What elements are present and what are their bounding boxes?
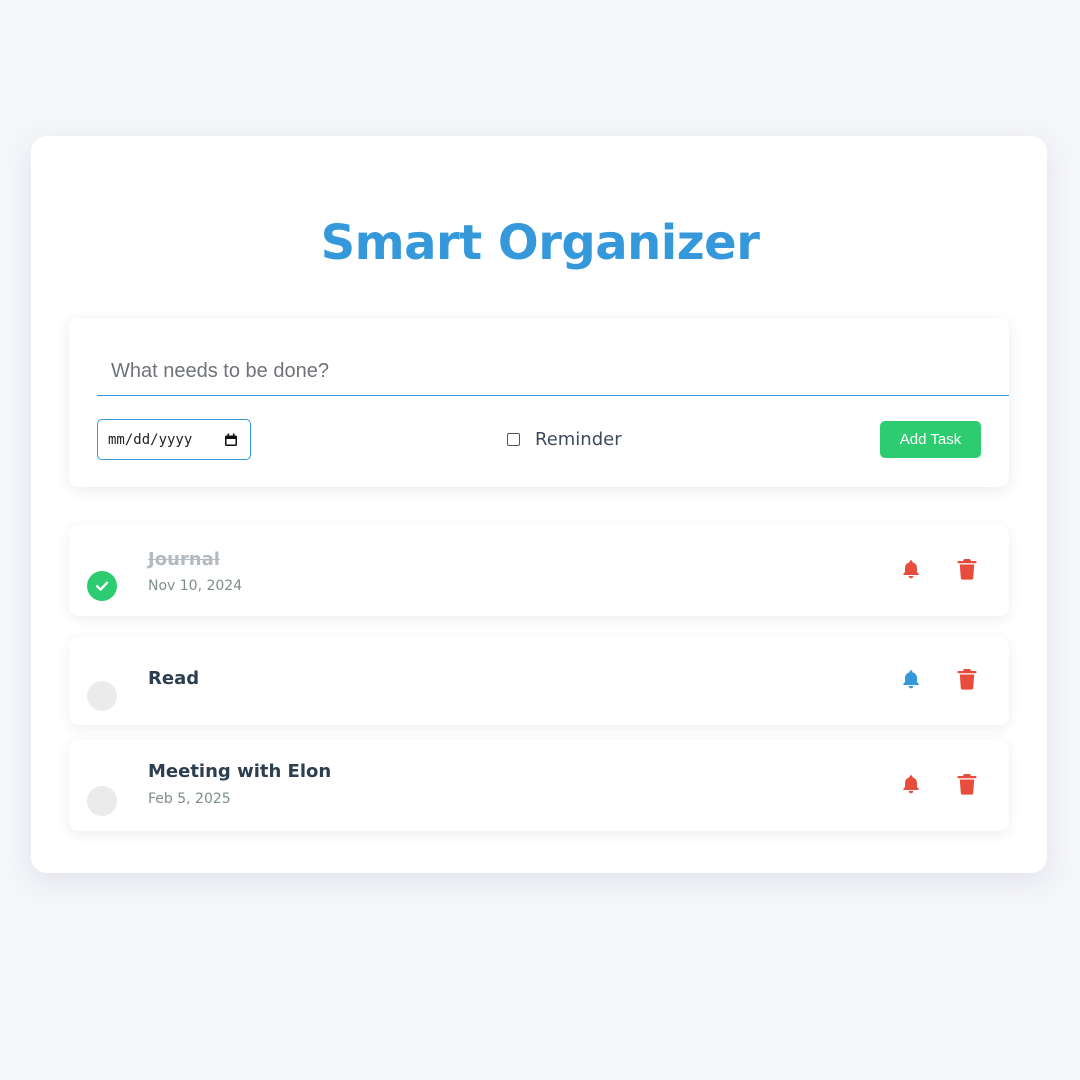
task-item: Meeting with Elon Feb 5, 2025	[69, 740, 1009, 831]
trash-icon	[957, 559, 977, 580]
bell-icon	[903, 670, 919, 689]
task-item: Journal Nov 10, 2024	[69, 525, 1009, 616]
add-task-form: mm/dd/yyyy Reminder Add Task	[69, 318, 1009, 487]
trash-icon	[957, 669, 977, 690]
task-name: Meeting with Elon	[148, 761, 332, 782]
reminder-toggle[interactable]: Reminder	[507, 426, 622, 452]
complete-toggle[interactable]	[87, 571, 117, 601]
date-input[interactable]: mm/dd/yyyy	[97, 419, 251, 460]
check-icon	[95, 581, 109, 591]
task-item: Read	[69, 637, 1009, 725]
trash-icon	[957, 774, 977, 795]
reminder-button[interactable]	[899, 667, 923, 691]
delete-button[interactable]	[955, 557, 979, 581]
delete-button[interactable]	[955, 772, 979, 796]
task-date: Nov 10, 2024	[148, 578, 243, 594]
task-input[interactable]	[97, 348, 1009, 396]
task-date: Feb 5, 2025	[148, 791, 231, 807]
reminder-button[interactable]	[899, 557, 923, 581]
task-name: Read	[148, 668, 200, 689]
reminder-button[interactable]	[899, 772, 923, 796]
reminder-label: Reminder	[535, 428, 622, 450]
date-placeholder: mm/dd/yyyy	[108, 431, 193, 448]
complete-toggle[interactable]	[87, 681, 117, 711]
bell-icon	[903, 775, 919, 794]
bell-icon	[903, 560, 919, 579]
reminder-checkbox[interactable]	[507, 432, 520, 446]
delete-button[interactable]	[955, 667, 979, 691]
calendar-icon[interactable]	[224, 433, 238, 447]
task-name: Journal	[148, 549, 220, 570]
page-title: Smart Organizer	[320, 215, 760, 271]
complete-toggle[interactable]	[87, 786, 117, 816]
add-task-button[interactable]: Add Task	[880, 421, 981, 458]
